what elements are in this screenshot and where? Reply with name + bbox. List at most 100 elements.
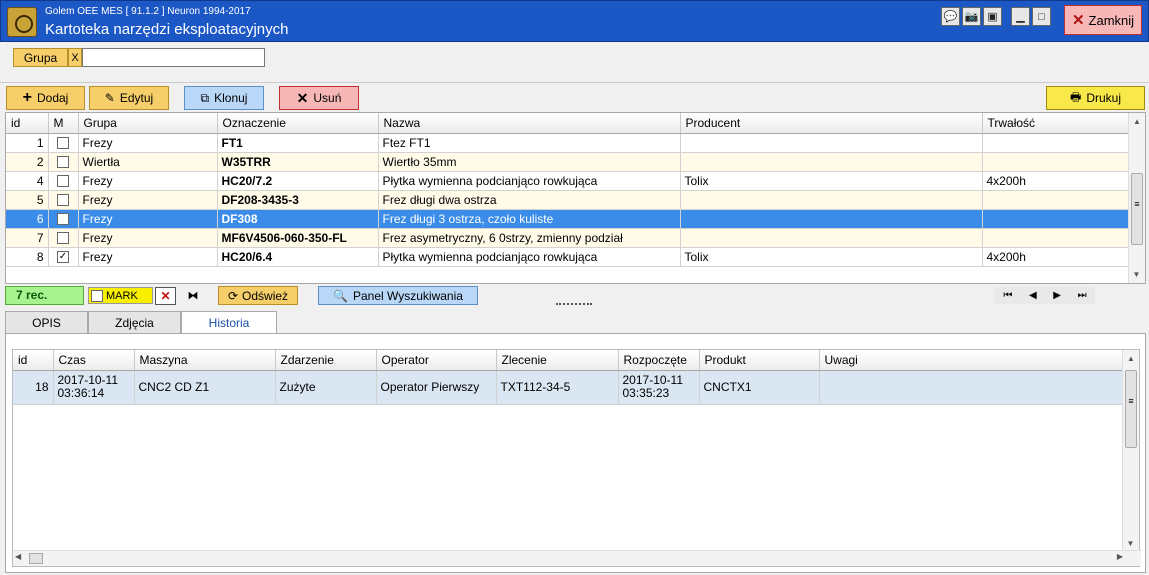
row-checkbox[interactable]: [57, 156, 69, 169]
refresh-button[interactable]: ⟳ Odśwież: [218, 286, 298, 305]
filter-bar: Grupa X: [0, 43, 1149, 83]
next-page-icon[interactable]: ▶: [1053, 290, 1061, 301]
col-header-name[interactable]: Nazwa: [378, 113, 681, 134]
hist-col-time[interactable]: Czas: [53, 350, 135, 371]
cell-mark: ✓: [48, 247, 79, 267]
cell-code: DF308: [217, 209, 379, 229]
cell-producer: [680, 228, 983, 248]
row-checkbox[interactable]: ✓: [57, 251, 69, 264]
cell-group: Frezy: [78, 133, 218, 153]
table-row[interactable]: 2 Wiertła W35TRR Wiertło 35mm: [6, 152, 1129, 172]
first-page-icon[interactable]: ⏮: [1003, 290, 1012, 301]
grid-header: id M Grupa Oznaczenie Nazwa Producent Tr…: [6, 113, 1129, 134]
cell-name: Płytka wymienna podcianjąco rowkująca: [378, 171, 681, 191]
hist-col-product[interactable]: Produkt: [699, 350, 820, 371]
chat-icon[interactable]: 💬: [941, 7, 960, 26]
delete-button[interactable]: ✕ Usuń: [279, 86, 359, 110]
prev-page-icon[interactable]: ◀: [1029, 290, 1037, 301]
pencil-icon: ✎: [104, 91, 115, 105]
cell-code: DF208-3435-3: [217, 190, 379, 210]
group-filter-input[interactable]: [82, 48, 265, 67]
cell-id: 5: [6, 190, 49, 210]
cell-producer: [680, 190, 983, 210]
close-button[interactable]: ✕ Zamknij: [1064, 5, 1142, 35]
col-header-producer[interactable]: Producent: [680, 113, 983, 134]
minimize-button[interactable]: ▁: [1011, 7, 1030, 26]
hist-col-order[interactable]: Zlecenie: [496, 350, 619, 371]
status-bar: 7 rec. MARK ✕ ⧓ ⟳ Odśwież 🔍 Panel Wyszuk…: [0, 285, 1149, 307]
row-checkbox[interactable]: [57, 175, 69, 188]
hist-cell-operator: Operator Pierwszy: [376, 370, 497, 405]
hist-col-notes[interactable]: Uwagi: [819, 350, 1126, 371]
tab-zdjecia[interactable]: Zdjęcia: [88, 311, 181, 333]
cell-durability: [982, 209, 1129, 229]
hist-cell-id: 18: [13, 370, 54, 405]
cell-durability: [982, 133, 1129, 153]
row-checkbox[interactable]: [57, 213, 69, 226]
cell-group: Frezy: [78, 190, 218, 210]
cell-producer: [680, 209, 983, 229]
plus-icon: +: [22, 89, 32, 106]
grid-scroll-thumb[interactable]: ≡: [1131, 173, 1143, 245]
cell-name: Płytka wymienna podcianjąco rowkująca: [378, 247, 681, 267]
cell-name: Frez asymetryczny, 6 0strzy, zmienny pod…: [378, 228, 681, 248]
close-icon: ✕: [1071, 12, 1085, 29]
group-filter-label[interactable]: Grupa: [13, 48, 68, 67]
splitter-handle[interactable]: [556, 303, 592, 305]
table-row[interactable]: 4 Frezy HC20/7.2 Płytka wymienna podcianjąc…: [6, 171, 1129, 191]
mark-toggle[interactable]: MARK: [88, 287, 153, 304]
row-checkbox[interactable]: [57, 194, 69, 207]
cell-id: 1: [6, 133, 49, 153]
group-filter-clear-button[interactable]: X: [68, 48, 82, 67]
print-button[interactable]: 🖶 Drukuj: [1046, 86, 1145, 110]
hist-cell-machine: CNC2 CD Z1: [134, 370, 276, 405]
search-panel-button[interactable]: 🔍 Panel Wyszukiwania: [318, 286, 478, 305]
mark-checkbox[interactable]: [91, 289, 103, 302]
maximize-button[interactable]: □: [1032, 7, 1051, 26]
hist-col-machine[interactable]: Maszyna: [134, 350, 276, 371]
col-header-id[interactable]: id: [6, 113, 49, 134]
row-checkbox[interactable]: [57, 232, 69, 245]
table-row[interactable]: 5 Frezy DF208-3435-3 Frez długi dwa ostrza: [6, 190, 1129, 210]
grid-scrollbar[interactable]: ▲ ≡ ▼: [1128, 113, 1145, 283]
table-row[interactable]: 1 Frezy FT1 Ftez FT1: [6, 133, 1129, 153]
clear-mark-icon[interactable]: ✕: [155, 287, 176, 305]
col-header-group[interactable]: Grupa: [78, 113, 218, 134]
cell-group: Frezy: [78, 247, 218, 267]
cell-name: Frez długi dwa ostrza: [378, 190, 681, 210]
hist-col-operator[interactable]: Operator: [376, 350, 497, 371]
add-button[interactable]: + Dodaj: [6, 86, 85, 110]
edit-button[interactable]: ✎ Edytuj: [89, 86, 169, 110]
printer-icon: 🖶: [1069, 89, 1082, 104]
cell-name: Ftez FT1: [378, 133, 681, 153]
tab-opis[interactable]: OPIS: [5, 311, 88, 333]
table-row[interactable]: 7 Frezy MF6V4506-060-350-FL Frez asymetrycz…: [6, 228, 1129, 248]
cell-code: HC20/7.2: [217, 171, 379, 191]
last-page-icon[interactable]: ⏭: [1078, 290, 1087, 301]
cell-mark: [48, 171, 79, 191]
screen-icon[interactable]: ▣: [983, 7, 1002, 26]
history-hscrollbar[interactable]: ◀ ▶: [13, 550, 1141, 566]
hist-col-started[interactable]: Rozpoczęte: [618, 350, 700, 371]
history-scroll-thumb[interactable]: ≡: [1125, 370, 1137, 448]
invert-mark-icon[interactable]: ⧓: [181, 287, 205, 305]
history-scrollbar[interactable]: ▲ ≡ ▼: [1122, 350, 1139, 552]
hist-col-id[interactable]: id: [13, 350, 54, 371]
table-row[interactable]: 8 ✓ Frezy HC20/6.4 Płytka wymienna podcianją…: [6, 247, 1129, 267]
col-header-durability[interactable]: Trwałość: [982, 113, 1129, 134]
hist-col-event[interactable]: Zdarzenie: [275, 350, 377, 371]
table-row[interactable]: 6 Frezy DF308 Frez długi 3 ostrza, czoło ku…: [6, 209, 1129, 229]
app-version-label: Golem OEE MES [ 91.1.2 ] Neuron 1994-201…: [45, 6, 251, 17]
cell-mark: [48, 152, 79, 172]
row-checkbox[interactable]: [57, 137, 69, 150]
clone-button[interactable]: ⧉ Klonuj: [184, 86, 264, 110]
tab-historia[interactable]: Historia: [181, 311, 277, 334]
col-header-code[interactable]: Oznaczenie: [217, 113, 379, 134]
record-count: 7 rec.: [5, 286, 84, 305]
cell-mark: [48, 209, 79, 229]
history-row[interactable]: 18 2017-10-11 03:36:14 CNC2 CD Z1 Zużyte Ope…: [13, 370, 1126, 405]
camera-icon[interactable]: 📷: [962, 7, 981, 26]
hist-cell-order: TXT112-34-5: [496, 370, 619, 405]
cell-id: 2: [6, 152, 49, 172]
col-header-m[interactable]: M: [48, 113, 79, 134]
